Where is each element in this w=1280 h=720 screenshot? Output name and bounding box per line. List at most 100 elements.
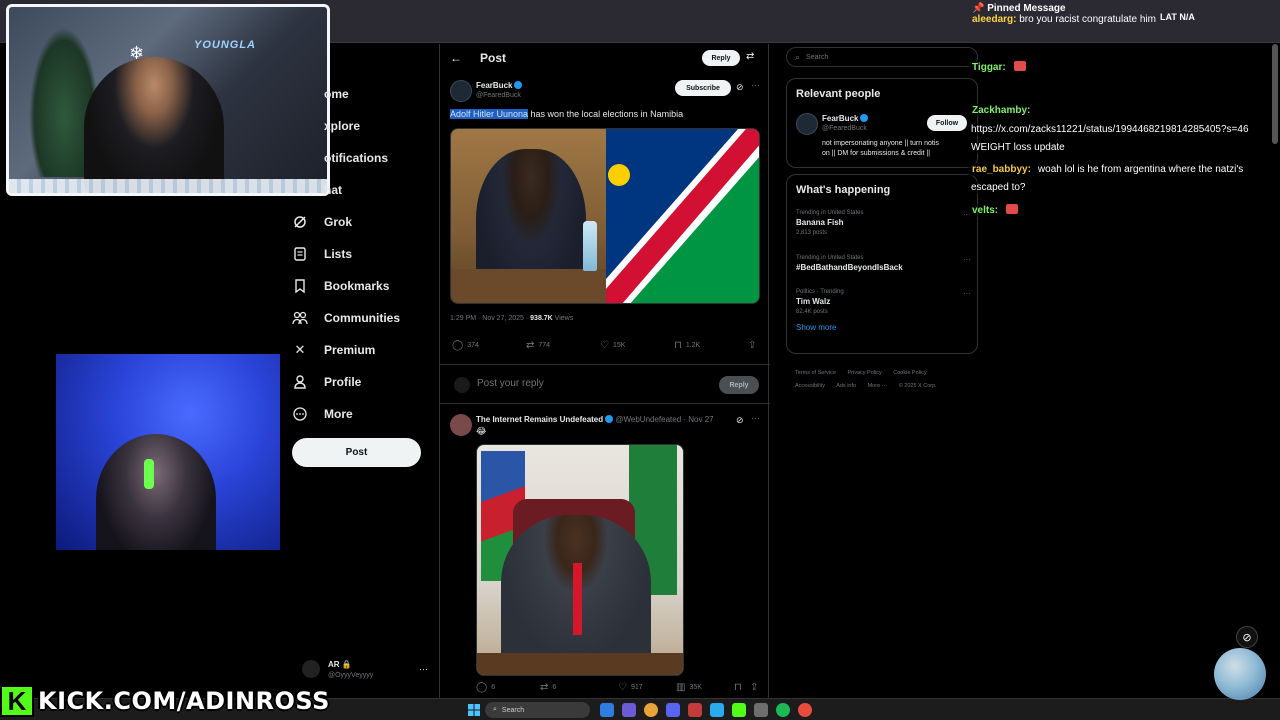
author-avatar[interactable]	[450, 414, 472, 436]
relevant-name-text: FearBuck	[822, 114, 859, 123]
bookmark-count: 1.2K	[685, 342, 701, 349]
search-input[interactable]: ⌕ Search	[786, 47, 978, 67]
author-avatar[interactable]	[450, 80, 472, 102]
tweet-views-label: Views	[552, 315, 574, 322]
footer-link[interactable]: Terms of Service	[795, 370, 836, 376]
windows-start-icon[interactable]	[468, 703, 480, 716]
bookmark-action[interactable]: ⊓	[734, 682, 746, 693]
repost-count: 774	[538, 342, 551, 349]
spotify-icon[interactable]	[776, 703, 790, 717]
like-action[interactable]: ♡ 917	[618, 682, 643, 693]
subscribe-button[interactable]: Subscribe	[675, 80, 731, 96]
avatar[interactable]	[796, 113, 818, 135]
repost-action[interactable]: ⇄ 6	[540, 682, 556, 693]
whats-happening-title: What's happening	[796, 184, 891, 196]
nav-bookmarks[interactable]: Bookmarks	[292, 270, 437, 302]
nav-explore[interactable]: ⌕xplore	[292, 110, 437, 142]
footer-link[interactable]: Cookie Policy	[893, 370, 926, 376]
views-action[interactable]: ▥ 35K	[676, 682, 702, 693]
trend-topic: Banana Fish	[796, 218, 844, 227]
telegram-icon[interactable]	[710, 703, 724, 717]
share-action[interactable]: ⇪	[748, 340, 760, 351]
chrome-icon[interactable]	[644, 703, 658, 717]
pinned-message: aleedarg: bro you racist congratulate hi…	[972, 14, 1156, 25]
follow-button[interactable]: Follow	[927, 115, 967, 131]
reply-author[interactable]: The Internet Remains Undefeated @WebUnde…	[476, 415, 714, 424]
nav-home-label: ome	[324, 87, 349, 101]
more-dots-icon[interactable]: ···	[751, 413, 760, 423]
author-name[interactable]: FearBuck	[476, 81, 523, 90]
wall-logo: YOUNGLA	[194, 39, 256, 51]
kick-icon[interactable]	[732, 703, 746, 717]
footer-link[interactable]: Ads info	[836, 383, 856, 389]
tweet-media[interactable]	[450, 128, 760, 304]
reply-button[interactable]: Reply	[719, 376, 759, 394]
chat-message: Tiggar:	[968, 61, 1026, 74]
nav-premium[interactable]: ✕ Premium	[292, 334, 437, 366]
nav-home[interactable]: ⌂ome	[292, 78, 437, 110]
share-icon: ⇪	[750, 682, 759, 693]
grok-corner-icon[interactable]: ⊘	[1236, 626, 1258, 648]
stream-chat-overlay: 📌 Pinned Message aleedarg: bro you racis…	[968, 0, 1268, 230]
relevant-handle[interactable]: @FearedBuck	[822, 125, 867, 132]
relevant-name[interactable]: FearBuck	[822, 114, 869, 123]
people-icon	[292, 310, 308, 326]
app-icon[interactable]	[688, 703, 702, 717]
trend-item[interactable]: Trending in United States #BedBathandBey…	[796, 255, 971, 272]
footer-link[interactable]: More ···	[868, 383, 888, 389]
streamer-figure	[84, 57, 224, 193]
header-reply-button[interactable]: Reply	[702, 50, 740, 66]
bookmark-action[interactable]: ⊓ 1.2K	[674, 340, 700, 351]
edge-icon[interactable]	[600, 703, 614, 717]
chat-text: woah lol is he from argentina where the …	[1034, 163, 1247, 176]
compose-post-button[interactable]: Post	[292, 438, 421, 467]
reply-actions: ◯ 6 ⇄ 6 ♡ 917 ▥ 35K ⊓ ⇪	[476, 682, 760, 696]
like-action[interactable]: ♡ 15K	[600, 340, 625, 351]
chat-message: escaped to?	[968, 181, 1029, 194]
reply-action[interactable]: ◯ 6	[476, 682, 495, 693]
verified-badge-icon	[514, 81, 523, 89]
share-action[interactable]: ⇪	[750, 682, 762, 693]
footer-link[interactable]: Privacy Policy	[848, 370, 882, 376]
chat-username: velts:	[968, 204, 1003, 217]
trend-item[interactable]: Trending in United States Banana Fish 2,…	[796, 210, 971, 236]
nav-communities[interactable]: Communities	[292, 302, 437, 334]
account-switcher[interactable]: AR 🔒 @OyyyVeyyyy ···	[300, 658, 432, 684]
grok-explain-icon[interactable]: ⊘	[736, 415, 744, 426]
author-handle[interactable]: @FearedBuck	[476, 92, 521, 99]
taskbar-search[interactable]: ⌕ Search	[485, 702, 590, 718]
nav-more[interactable]: More	[292, 398, 437, 430]
repost-action[interactable]: ⇄ 774	[526, 340, 550, 351]
reply-action[interactable]: ◯ 374	[452, 340, 479, 351]
nav-lists[interactable]: Lists	[292, 238, 437, 270]
show-more-link[interactable]: Show more	[796, 323, 836, 332]
views-count: 35K	[689, 684, 702, 691]
nav-notifications[interactable]: 🔔otifications	[292, 142, 437, 174]
nav-profile[interactable]: Profile	[292, 366, 437, 398]
reply-media[interactable]	[476, 444, 684, 676]
app-icon[interactable]	[754, 703, 768, 717]
more-dots-icon[interactable]: ···	[751, 80, 760, 90]
reply-input[interactable]: Post your reply	[477, 378, 544, 389]
reply-composer: Post your reply Reply	[440, 364, 770, 404]
discord-icon[interactable]	[666, 703, 680, 717]
grok-explain-icon[interactable]: ⊘	[736, 82, 744, 93]
settings-icon[interactable]: ⇄	[746, 51, 754, 62]
back-arrow-icon[interactable]: ←	[450, 51, 462, 65]
account-handle: @OyyyVeyyyy	[328, 672, 374, 679]
more-dots-icon[interactable]: ···	[963, 255, 971, 264]
page-scrollbar[interactable]	[1272, 44, 1278, 144]
verified-badge-icon	[605, 415, 614, 423]
trend-item[interactable]: Politics · Trending Tim Walz 82.4K posts…	[796, 289, 971, 315]
more-dots-icon[interactable]: ···	[419, 664, 428, 674]
tweet-views-count: 938.7K	[530, 315, 553, 322]
chrome-icon[interactable]	[798, 703, 812, 717]
desk	[477, 653, 683, 675]
more-dots-icon[interactable]: ···	[963, 289, 971, 298]
app-icon[interactable]	[622, 703, 636, 717]
relevant-people-card: Relevant people FearBuck @FearedBuck Fol…	[786, 78, 978, 168]
chat-text[interactable]: https://x.com/zacks11221/status/19944682…	[968, 123, 1252, 136]
nav-grok[interactable]: Grok	[292, 206, 437, 238]
nav-chat[interactable]: ✉hat	[292, 174, 437, 206]
footer-link[interactable]: Accessibility	[795, 383, 825, 389]
